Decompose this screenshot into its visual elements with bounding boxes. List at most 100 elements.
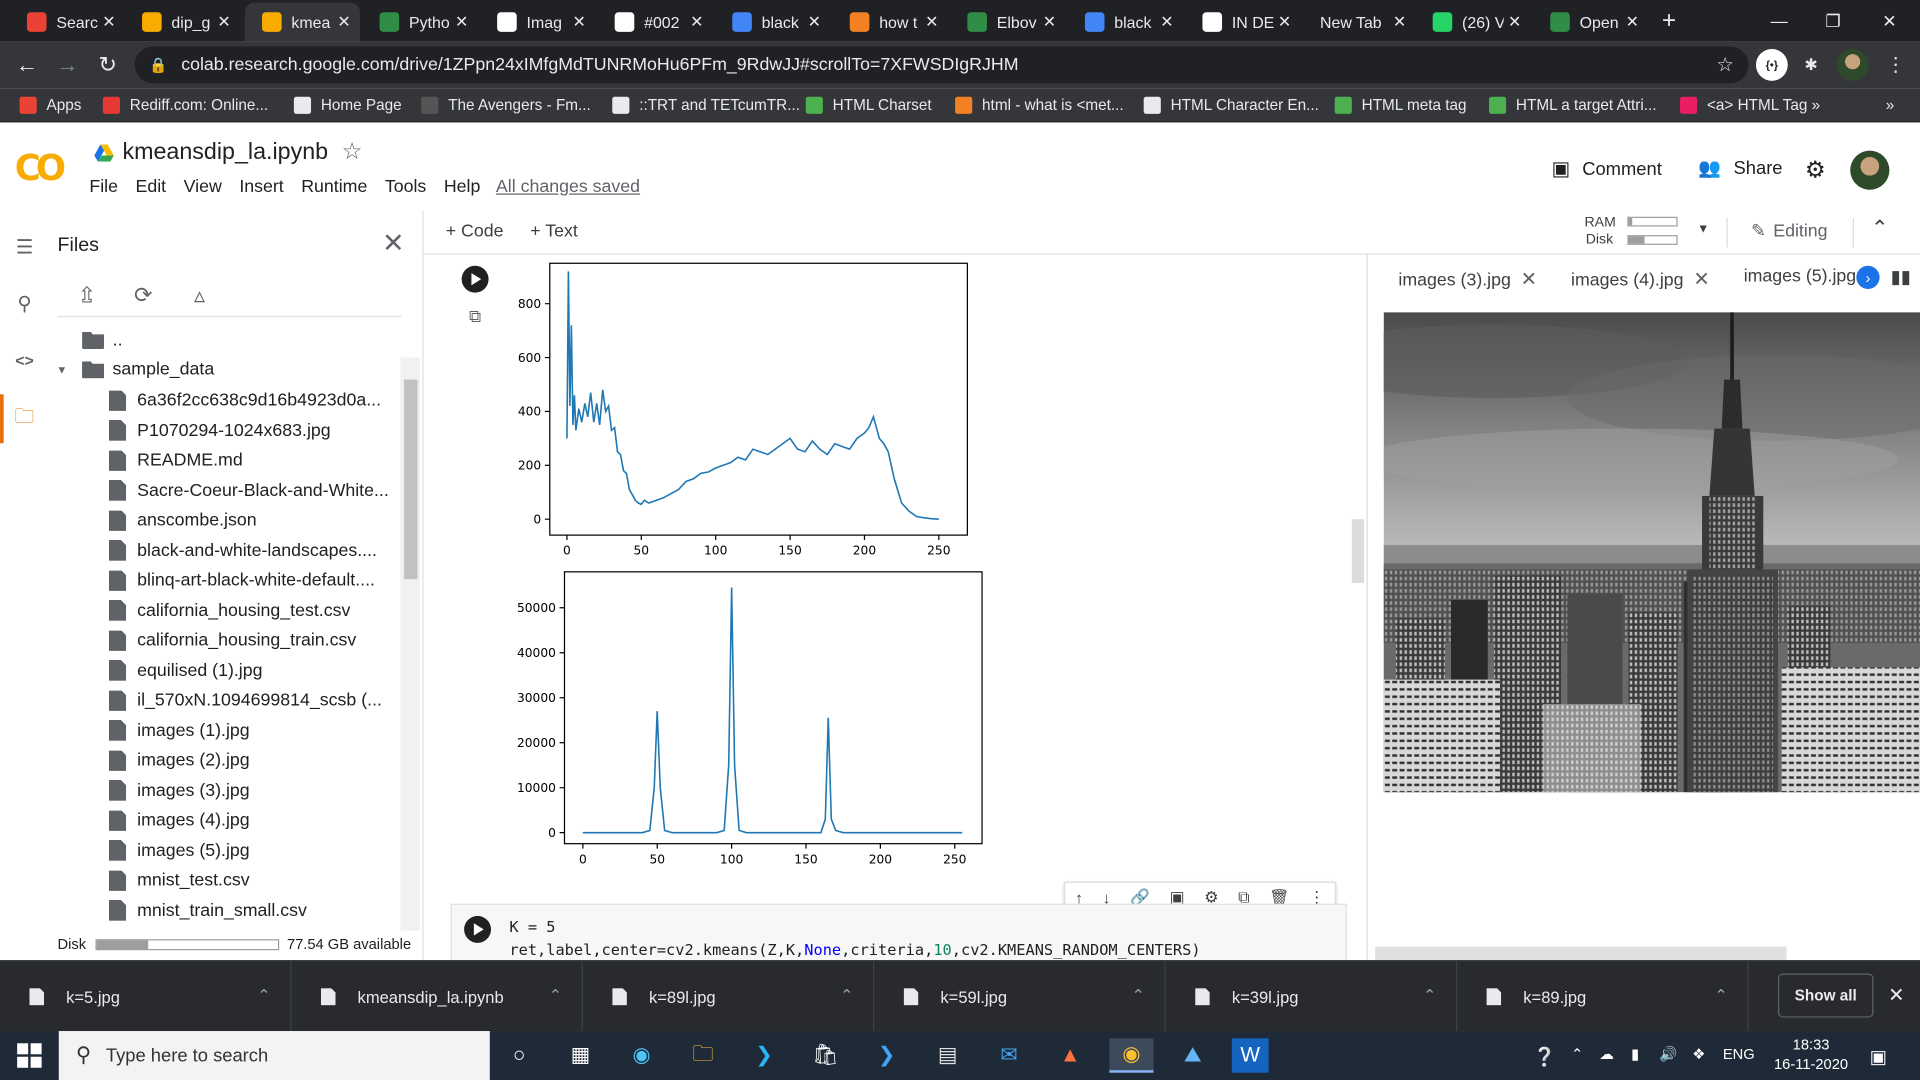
resources-indicator[interactable]: RAM Disk bbox=[1555, 214, 1616, 248]
file-row[interactable]: README.md bbox=[108, 446, 243, 475]
bookmark-item[interactable]: HTML Character En... bbox=[1143, 94, 1319, 116]
document-icon[interactable]: ▤ bbox=[926, 1038, 970, 1072]
menu-item[interactable]: Help bbox=[444, 178, 481, 198]
menu-item[interactable]: File bbox=[89, 178, 118, 198]
more-bookmarks-button[interactable]: » bbox=[1886, 94, 1895, 116]
file-row[interactable]: black-and-white-landscapes.... bbox=[108, 536, 377, 565]
bookmark-item[interactable]: HTML meta tag bbox=[1334, 94, 1467, 116]
browser-tab[interactable]: Pytho ✕ bbox=[362, 2, 477, 41]
extensions-puzzle-icon[interactable]: ✱ bbox=[1795, 49, 1827, 81]
edge-icon[interactable]: ◉ bbox=[620, 1038, 664, 1072]
extension-json-icon[interactable]: {•} bbox=[1755, 48, 1788, 81]
file-row[interactable]: equilised (1).jpg bbox=[108, 656, 263, 685]
close-icon[interactable]: ✕ bbox=[803, 12, 825, 32]
file-row[interactable]: images (3).jpg bbox=[108, 776, 250, 805]
run-cell-button[interactable] bbox=[464, 915, 492, 943]
brave-icon[interactable]: ▲ bbox=[1048, 1038, 1092, 1072]
new-tab-button[interactable]: + bbox=[1641, 0, 1697, 42]
search-icon[interactable]: ⚲ bbox=[10, 289, 39, 318]
notifications-icon[interactable]: ▣ bbox=[1870, 1046, 1887, 1068]
browser-tab[interactable]: New Tab ✕ bbox=[1303, 2, 1416, 41]
file-row[interactable]: images (4).jpg bbox=[108, 806, 250, 835]
back-arrow-icon[interactable]: ← bbox=[12, 50, 41, 79]
download-item[interactable]: k=5.jpg ⌃ bbox=[0, 961, 292, 1033]
close-icon[interactable]: ✕ bbox=[1888, 983, 1904, 1007]
dropbox-icon[interactable]: ❖ bbox=[1692, 1046, 1705, 1063]
close-icon[interactable]: ✕ bbox=[686, 12, 708, 32]
file-row[interactable]: images (5).jpg bbox=[108, 836, 250, 865]
code-snippets-icon[interactable]: <> bbox=[10, 345, 39, 374]
file-row[interactable]: anscombe.json bbox=[108, 506, 257, 535]
close-icon[interactable]: ✕ bbox=[1273, 12, 1295, 32]
file-row[interactable]: P1070294-1024x683.jpg bbox=[108, 416, 331, 445]
chevron-right-icon[interactable]: › bbox=[1856, 265, 1880, 289]
refresh-folder-icon[interactable]: ⟳ bbox=[127, 279, 159, 311]
file-row[interactable]: images (1).jpg bbox=[108, 716, 250, 745]
word-icon[interactable]: W bbox=[1231, 1038, 1269, 1073]
minimize-icon[interactable]: — bbox=[1751, 0, 1807, 42]
browser-tab[interactable]: IN DE ✕ bbox=[1185, 2, 1300, 41]
forward-arrow-icon[interactable]: → bbox=[53, 50, 82, 79]
file-row[interactable]: california_housing_test.csv bbox=[108, 596, 350, 625]
download-item[interactable]: k=59l.jpg ⌃ bbox=[874, 961, 1166, 1033]
resources-dropdown-icon[interactable]: ▼ bbox=[1697, 223, 1709, 236]
browser-tab[interactable]: dip_g ✕ bbox=[125, 2, 240, 41]
show-all-button[interactable]: Show all bbox=[1777, 973, 1874, 1018]
browser-tab[interactable]: Searc ✕ bbox=[10, 2, 125, 41]
save-status[interactable]: All changes saved bbox=[496, 178, 640, 198]
download-item[interactable]: k=89.jpg ⌃ bbox=[1457, 961, 1749, 1033]
browser-tab[interactable]: black ✕ bbox=[1068, 2, 1183, 41]
chrome-icon[interactable]: ◉ bbox=[1109, 1038, 1154, 1073]
photos-icon[interactable]: ⛰ bbox=[1171, 1038, 1215, 1072]
volume-icon[interactable]: 🔊 bbox=[1659, 1046, 1677, 1063]
browser-tab[interactable]: Imag ✕ bbox=[480, 2, 595, 41]
maximize-icon[interactable]: ❐ bbox=[1805, 0, 1861, 42]
viewer-tab[interactable]: images (3).jpg ✕ bbox=[1398, 267, 1537, 291]
browser-tab[interactable]: Elbov ✕ bbox=[950, 2, 1065, 41]
close-icon[interactable]: ✕ bbox=[451, 12, 473, 32]
menu-item[interactable]: Edit bbox=[136, 178, 167, 198]
run-cell-button[interactable] bbox=[461, 265, 489, 293]
browser-tab[interactable]: Open ✕ bbox=[1533, 2, 1648, 41]
browser-tab[interactable]: (26) V ✕ bbox=[1416, 2, 1531, 41]
file-row[interactable]: blinq-art-black-white-default.... bbox=[108, 566, 375, 595]
browser-tab[interactable]: black ✕ bbox=[715, 2, 830, 41]
close-icon[interactable]: ✕ bbox=[382, 228, 405, 260]
file-row[interactable]: 6a36f2cc638c9d16b4923d0a... bbox=[108, 386, 381, 415]
star-icon[interactable]: ☆ bbox=[342, 138, 363, 166]
browser-tab[interactable]: how t ✕ bbox=[833, 2, 948, 41]
split-view-icon[interactable]: ▮▮ bbox=[1891, 266, 1911, 288]
table-of-contents-icon[interactable]: ☰ bbox=[10, 233, 39, 262]
task-view-icon[interactable]: ▦ bbox=[558, 1038, 602, 1072]
network-icon[interactable]: ☁ bbox=[1599, 1046, 1614, 1063]
close-icon[interactable]: ✕ bbox=[1693, 269, 1709, 290]
clock[interactable]: 18:33 16-11-2020 bbox=[1771, 1035, 1852, 1074]
bookmark-item[interactable]: Rediff.com: Online... bbox=[102, 94, 268, 116]
address-bar[interactable]: 🔒 colab.research.google.com/drive/1ZPpn2… bbox=[134, 46, 1749, 84]
viewer-tab[interactable]: images (5).jpg bbox=[1744, 267, 1857, 287]
close-icon[interactable]: ✕ bbox=[213, 12, 235, 32]
taskbar-search-input[interactable]: ⚲ Type here to search bbox=[58, 1031, 490, 1080]
files-scrollbar-thumb[interactable] bbox=[404, 379, 418, 580]
close-icon[interactable]: ✕ bbox=[1156, 12, 1178, 32]
mail-icon[interactable]: ✉ bbox=[987, 1038, 1031, 1072]
download-item[interactable]: k=39l.jpg ⌃ bbox=[1166, 961, 1458, 1033]
close-icon[interactable]: ✕ bbox=[1504, 12, 1526, 32]
reload-icon[interactable]: ↻ bbox=[93, 50, 122, 79]
file-row[interactable]: mnist_test.csv bbox=[108, 866, 250, 895]
menu-item[interactable]: Runtime bbox=[301, 178, 367, 198]
menu-item[interactable]: View bbox=[184, 178, 222, 198]
battery-icon[interactable]: ▮ bbox=[1631, 1046, 1639, 1063]
browser-tab[interactable]: #002 ✕ bbox=[598, 2, 713, 41]
file-row[interactable]: images (2).jpg bbox=[108, 746, 250, 775]
viewer-scrollbar[interactable] bbox=[1375, 946, 1787, 961]
file-row[interactable]: mnist_train_small.csv bbox=[108, 896, 307, 925]
file-explorer-icon[interactable]: 🗀 bbox=[681, 1038, 725, 1072]
store-icon[interactable]: 🛍 bbox=[803, 1038, 847, 1072]
sample-data-folder-row[interactable]: ▼ sample_data bbox=[56, 355, 214, 384]
viewer-tab[interactable]: images (4).jpg ✕ bbox=[1571, 267, 1710, 291]
avatar[interactable] bbox=[1850, 150, 1890, 190]
bookmark-item[interactable]: HTML a target Attri... bbox=[1488, 94, 1657, 116]
close-icon[interactable]: ✕ bbox=[921, 12, 943, 32]
menu-item[interactable]: Tools bbox=[385, 178, 426, 198]
